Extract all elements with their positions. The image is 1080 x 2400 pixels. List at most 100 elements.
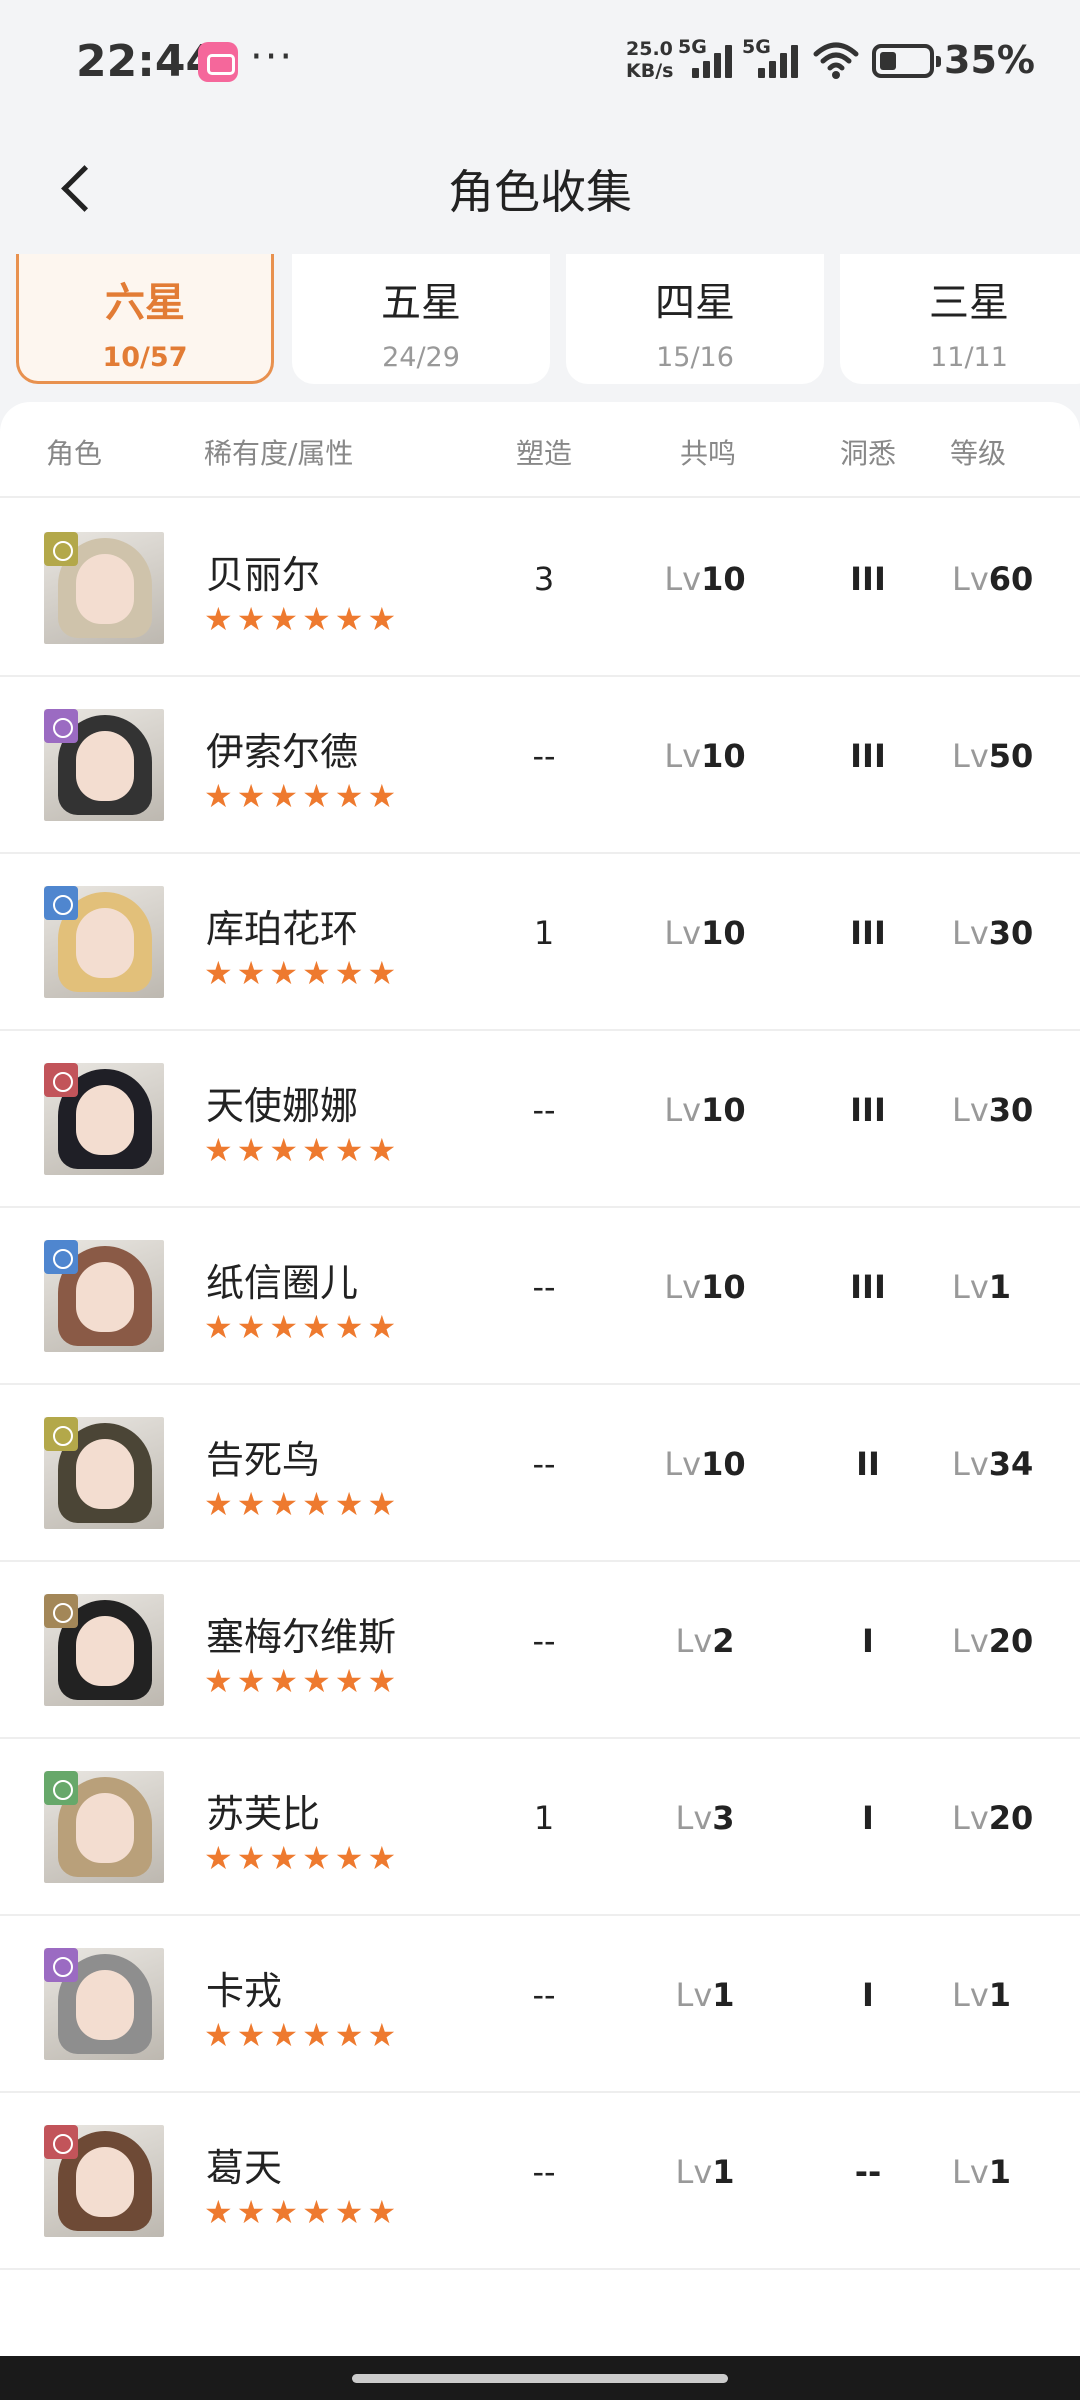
character-level: 20	[988, 1799, 1034, 1837]
wifi-icon	[813, 42, 859, 79]
character-name: 贝丽尔	[206, 553, 321, 597]
insight-value: I	[862, 1622, 874, 1660]
portray-value: --	[532, 1445, 556, 1483]
resonance-level: 2	[712, 1622, 735, 1660]
character-level: 30	[988, 1091, 1034, 1129]
attribute-icon	[44, 1240, 78, 1274]
table-row[interactable]: 纸信圈儿 ★★★★★★ -- Lv10 III Lv1	[0, 1208, 1080, 1385]
lv-prefix: Lv	[952, 737, 989, 775]
tab-label: 三星	[929, 280, 1009, 326]
resonance-value: Lv10	[640, 1091, 770, 1129]
more-notifications-icon: ···	[250, 34, 295, 80]
resonance-level: 10	[701, 914, 746, 952]
resonance-level: 10	[701, 1445, 746, 1483]
rarity-stars: ★★★★★★	[204, 954, 401, 992]
level-value: Lv1	[924, 2153, 1064, 2191]
portray-value: --	[532, 2153, 556, 2191]
rarity-tabs: 六星 10/57 五星 24/29 四星 15/16 三星 11/11	[16, 254, 1080, 384]
col-level: 等级	[950, 437, 1007, 470]
attribute-icon	[44, 2125, 78, 2159]
page-title: 角色收集	[448, 165, 632, 219]
character-avatar	[44, 1417, 164, 1529]
portray-value: 1	[533, 914, 555, 952]
character-avatar	[44, 1240, 164, 1352]
rarity-stars: ★★★★★★	[204, 1839, 401, 1877]
attribute-icon	[44, 1948, 78, 1982]
lv-prefix: Lv	[952, 914, 989, 952]
table-row[interactable]: 卡戎 ★★★★★★ -- Lv1 I Lv1	[0, 1916, 1080, 2093]
character-name: 苏芙比	[206, 1792, 321, 1836]
rarity-stars: ★★★★★★	[204, 1131, 401, 1169]
tab-six-star[interactable]: 六星 10/57	[16, 254, 274, 384]
tab-four-star[interactable]: 四星 15/16	[566, 254, 824, 384]
table-row[interactable]: 贝丽尔 ★★★★★★ 3 Lv10 III Lv60	[0, 500, 1080, 677]
table-row[interactable]: 库珀花环 ★★★★★★ 1 Lv10 III Lv30	[0, 854, 1080, 1031]
character-level: 1	[988, 2153, 1012, 2191]
table-row[interactable]: 葛天 ★★★★★★ -- Lv1 -- Lv1	[0, 2093, 1080, 2270]
portray-value: --	[532, 1091, 556, 1129]
resonance-value: Lv10	[640, 1445, 770, 1483]
tab-count: 10/57	[102, 342, 188, 373]
character-name: 卡戎	[206, 1969, 283, 2013]
attribute-icon	[44, 1417, 78, 1451]
network-speed-unit: KB/s	[626, 60, 674, 82]
lv-prefix: Lv	[675, 1799, 713, 1837]
attribute-icon	[44, 1063, 78, 1097]
attribute-icon	[44, 532, 78, 566]
resonance-level: 10	[701, 1091, 746, 1129]
resonance-level: 1	[712, 1976, 735, 2014]
lv-prefix: Lv	[664, 1268, 702, 1306]
resonance-value: Lv10	[640, 737, 770, 775]
character-name: 告死鸟	[206, 1438, 321, 1482]
lv-prefix: Lv	[952, 1622, 989, 1660]
character-avatar	[44, 1594, 164, 1706]
level-value: Lv50	[924, 737, 1064, 775]
character-avatar	[44, 1063, 164, 1175]
table-row[interactable]: 告死鸟 ★★★★★★ -- Lv10 II Lv34	[0, 1385, 1080, 1562]
resonance-level: 3	[712, 1799, 735, 1837]
character-level: 30	[988, 914, 1034, 952]
insight-value: III	[850, 737, 886, 775]
resonance-value: Lv3	[640, 1799, 770, 1837]
network-speed-value: 25.0	[626, 38, 673, 60]
rarity-stars: ★★★★★★	[204, 777, 401, 815]
signal-bars-2-icon	[758, 44, 800, 78]
level-value: Lv34	[924, 1445, 1064, 1483]
insight-value: III	[850, 560, 886, 598]
gesture-home-bar[interactable]	[0, 2356, 1080, 2400]
signal-bars-1-icon	[692, 44, 734, 78]
character-level: 1	[988, 1268, 1012, 1306]
tab-three-star[interactable]: 三星 11/11	[840, 254, 1080, 384]
col-portray: 塑造	[516, 437, 573, 470]
portray-value: --	[532, 1622, 556, 1660]
level-value: Lv60	[924, 560, 1064, 598]
col-resonance: 共鸣	[680, 437, 737, 470]
col-insight: 洞悉	[840, 437, 897, 470]
resonance-value: Lv2	[640, 1622, 770, 1660]
level-value: Lv1	[924, 1268, 1064, 1306]
character-name: 葛天	[206, 2146, 283, 2190]
level-value: Lv30	[924, 1091, 1064, 1129]
lv-prefix: Lv	[675, 1622, 713, 1660]
rarity-stars: ★★★★★★	[204, 1485, 401, 1523]
character-table: 角色 稀有度/属性 塑造 共鸣 洞悉 等级 贝丽尔 ★★★★★★ 3 Lv10 …	[0, 402, 1080, 2356]
tab-label: 五星	[381, 280, 461, 326]
table-row[interactable]: 天使娜娜 ★★★★★★ -- Lv10 III Lv30	[0, 1031, 1080, 1208]
table-row[interactable]: 塞梅尔维斯 ★★★★★★ -- Lv2 I Lv20	[0, 1562, 1080, 1739]
table-header: 角色 稀有度/属性 塑造 共鸣 洞悉 等级	[0, 402, 1080, 498]
character-name: 纸信圈儿	[206, 1261, 359, 1305]
character-name: 天使娜娜	[206, 1084, 359, 1128]
resonance-level: 10	[701, 737, 746, 775]
table-row[interactable]: 伊索尔德 ★★★★★★ -- Lv10 III Lv50	[0, 677, 1080, 854]
lv-prefix: Lv	[952, 1799, 989, 1837]
portray-value: --	[532, 1268, 556, 1306]
insight-value: III	[850, 1091, 886, 1129]
lv-prefix: Lv	[664, 914, 702, 952]
battery-icon	[872, 44, 941, 78]
tab-five-star[interactable]: 五星 24/29	[292, 254, 550, 384]
table-row[interactable]: 苏芙比 ★★★★★★ 1 Lv3 I Lv20	[0, 1739, 1080, 1916]
rarity-stars: ★★★★★★	[204, 2193, 401, 2231]
character-avatar	[44, 532, 164, 644]
network-speed: 25.0 KB/s	[626, 38, 673, 82]
insight-value: I	[862, 1976, 874, 2014]
